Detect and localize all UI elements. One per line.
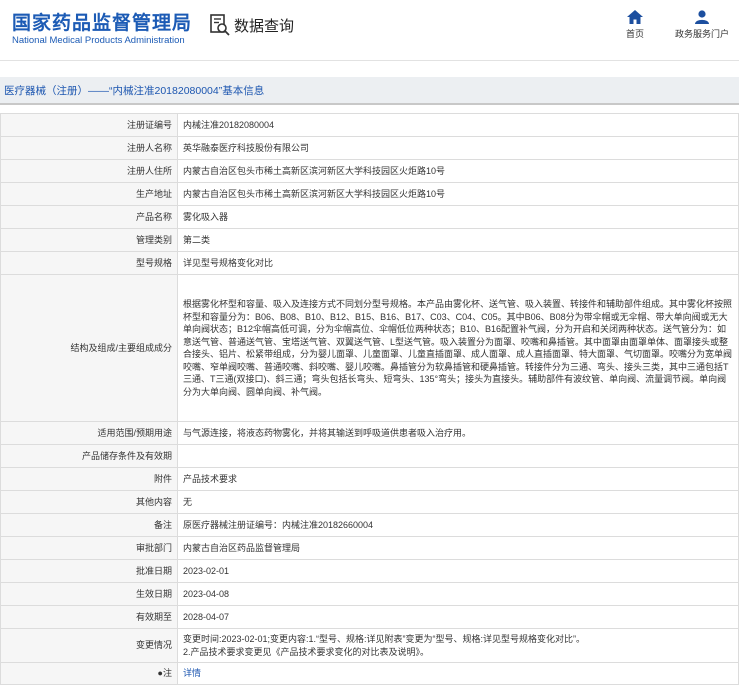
row-value: 2028-04-07: [177, 605, 739, 629]
row-label: 其他内容: [0, 490, 178, 514]
row-label: 附件: [0, 467, 178, 491]
table-row: 附件 产品技术要求: [0, 467, 739, 491]
data-query-icon: [210, 14, 230, 41]
table-row: 备注 原医疗器械注册证编号：内械注准20182660004: [0, 513, 739, 537]
table-row: 注册人名称 英华融泰医疗科技股份有限公司: [0, 136, 739, 160]
row-value: 2023-04-08: [177, 582, 739, 606]
row-label: 结构及组成/主要组成成分: [0, 274, 178, 422]
row-label: 适用范围/预期用途: [0, 421, 178, 445]
row-value: 与气源连接，将液态药物雾化，并将其输送到呼吸道供患者吸入治疗用。: [177, 421, 739, 445]
row-value: 变更时间:2023-02-01;变更内容:1.“型号、规格:详见附表”变更为“型…: [177, 628, 739, 663]
table-row: 管理类别 第二类: [0, 228, 739, 252]
row-label: 审批部门: [0, 536, 178, 560]
table-row: 审批部门 内蒙古自治区药品监督管理局: [0, 536, 739, 560]
row-label: 注册证编号: [0, 113, 178, 137]
table-row: 有效期至 2028-04-07: [0, 605, 739, 629]
row-value: 原医疗器械注册证编号：内械注准20182660004: [177, 513, 739, 537]
row-label: 备注: [0, 513, 178, 537]
site-header: 国家药品监督管理局 National Medical Products Admi…: [0, 0, 739, 61]
home-icon: [620, 10, 650, 24]
user-icon: [670, 10, 734, 24]
nav-home-label: 首页: [625, 29, 644, 39]
row-label: 变更情况: [0, 628, 178, 663]
row-value: 产品技术要求: [177, 467, 739, 491]
row-label: 注册人名称: [0, 136, 178, 160]
section-header: 医疗器械（注册）——“内械注准20182080004”基本信息: [0, 77, 739, 105]
row-value: 雾化吸入器: [177, 205, 739, 229]
site-logo-cn[interactable]: 国家药品监督管理局: [12, 8, 192, 35]
table-row: 产品名称 雾化吸入器: [0, 205, 739, 229]
table-row: 产品储存条件及有效期: [0, 444, 739, 468]
row-value: 内蒙古自治区药品监督管理局: [177, 536, 739, 560]
table-row: 注册人住所 内蒙古自治区包头市稀土高新区滨河新区大学科技园区火炬路10号: [0, 159, 739, 183]
detail-table: 注册证编号 内械注准20182080004 注册人名称 英华融泰医疗科技股份有限…: [0, 113, 739, 685]
site-logo-en[interactable]: National Medical Products Administration: [12, 35, 185, 46]
row-label: 型号规格: [0, 251, 178, 275]
row-value: 2023-02-01: [177, 559, 739, 583]
table-row: 批准日期 2023-02-01: [0, 559, 739, 583]
row-value: 内蒙古自治区包头市稀土高新区滨河新区大学科技园区火炬路10号: [177, 159, 739, 183]
row-label: 生产地址: [0, 182, 178, 206]
row-value: 详见型号规格变化对比: [177, 251, 739, 275]
table-row: ●注 详情: [0, 662, 739, 685]
page-title: 数据查询: [234, 18, 295, 35]
section-title: 医疗器械（注册）——“内械注准20182080004”基本信息: [4, 85, 265, 97]
row-value: 根据雾化杯型和容量、吸入及连接方式不同划分型号规格。本产品由雾化杯、送气管、吸入…: [177, 274, 739, 422]
table-row: 型号规格 详见型号规格变化对比: [0, 251, 739, 275]
table-row: 生产地址 内蒙古自治区包头市稀土高新区滨河新区大学科技园区火炬路10号: [0, 182, 739, 206]
table-row: 结构及组成/主要组成成分 根据雾化杯型和容量、吸入及连接方式不同划分型号规格。本…: [0, 274, 739, 422]
details-link[interactable]: 详情: [183, 668, 201, 678]
nav-home[interactable]: 首页: [620, 10, 650, 40]
row-label: 产品储存条件及有效期: [0, 444, 178, 468]
nav-service-portal-label: 政务服务门户: [674, 29, 729, 39]
row-value: 内蒙古自治区包头市稀土高新区滨河新区大学科技园区火炬路10号: [177, 182, 739, 206]
row-label: 生效日期: [0, 582, 178, 606]
table-row: 生效日期 2023-04-08: [0, 582, 739, 606]
row-label: ●注: [0, 662, 178, 685]
row-label: 管理类别: [0, 228, 178, 252]
table-row: 变更情况 变更时间:2023-02-01;变更内容:1.“型号、规格:详见附表”…: [0, 628, 739, 663]
row-value: 英华融泰医疗科技股份有限公司: [177, 136, 739, 160]
table-row: 其他内容 无: [0, 490, 739, 514]
row-value: 详情: [177, 662, 739, 685]
row-label: 注册人住所: [0, 159, 178, 183]
row-value: [177, 444, 739, 468]
table-row: 适用范围/预期用途 与气源连接，将液态药物雾化，并将其输送到呼吸道供患者吸入治疗…: [0, 421, 739, 445]
nav-service-portal[interactable]: 政务服务门户: [670, 10, 734, 40]
row-value: 内械注准20182080004: [177, 113, 739, 137]
row-label: 有效期至: [0, 605, 178, 629]
row-value: 第二类: [177, 228, 739, 252]
table-row: 注册证编号 内械注准20182080004: [0, 113, 739, 137]
row-value: 无: [177, 490, 739, 514]
note-label: 注: [162, 668, 172, 679]
row-label: 产品名称: [0, 205, 178, 229]
row-label: 批准日期: [0, 559, 178, 583]
